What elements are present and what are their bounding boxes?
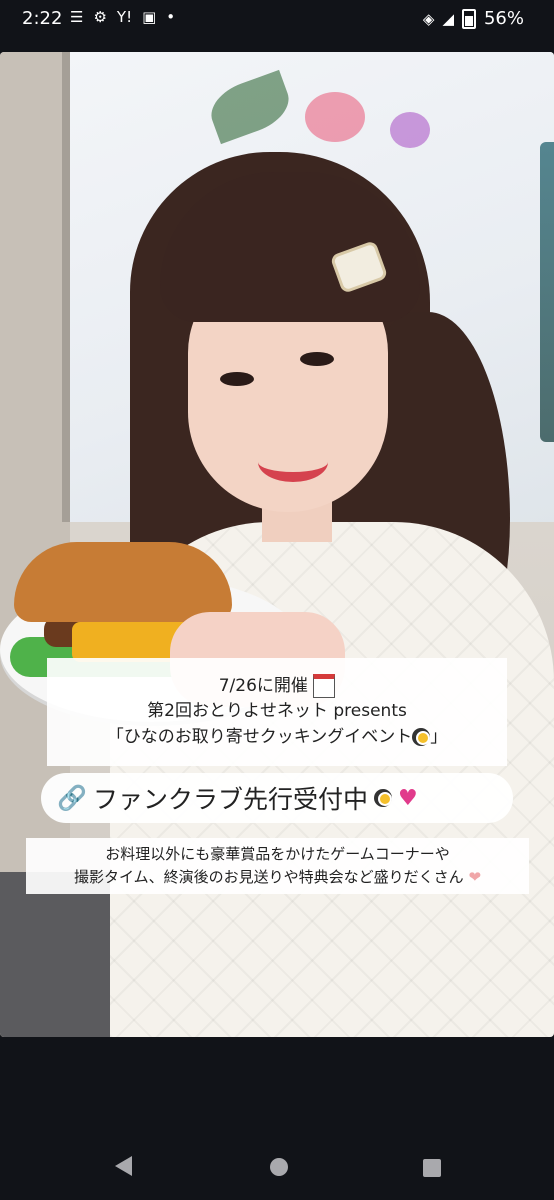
left-eye [220, 372, 254, 386]
leaf-decoration [203, 69, 297, 145]
dot-icon: • [166, 8, 176, 26]
event-title: 「ひなのお取り寄せクッキングイベント [106, 726, 413, 747]
notification-icons: ☰ ⚙ Y! ▣ • [70, 8, 175, 26]
image-icon: ▣ [142, 8, 157, 26]
smile [258, 442, 328, 482]
heart-hands-icon: ❤ [468, 868, 482, 886]
status-time: 2:22 [22, 8, 63, 29]
status-right: ◈ ◢ 56% [423, 8, 524, 29]
wifi-icon: ◈ [422, 9, 435, 28]
flower-decoration [305, 92, 365, 142]
flower-decoration-2 [390, 112, 430, 148]
link-icon: 🔗 [57, 784, 87, 812]
description-line-1: お料理以外にも豪華賞品をかけたゲームコーナーや [105, 844, 450, 863]
heart-icon: ♥ [398, 785, 418, 811]
event-title-close: 」 [430, 726, 448, 747]
event-title-line: 「ひなのお取り寄せクッキングイベント」 [47, 725, 507, 751]
event-date-line: 7/26に開催 [47, 673, 507, 700]
status-bar: 2:22 ☰ ⚙ Y! ▣ • ◈ ◢ 56% [0, 0, 554, 38]
screen-image [540, 142, 554, 442]
battery-percent: 56% [483, 8, 524, 29]
fanclub-link[interactable]: 🔗 ファンクラブ先行受付中 ♥ [41, 773, 513, 823]
event-presenter: 第2回おとりよせネット presents [147, 701, 407, 722]
description-line-2-wrap: 撮影タイム、終演後のお見送りや特典会など盛りだくさん ❤ [26, 866, 529, 889]
fried-egg-icon [412, 727, 431, 746]
fanclub-text: ファンクラブ先行受付中 [93, 785, 369, 814]
description-line-2: 撮影タイム、終演後のお見送りや特典会など盛りだくさん [73, 868, 464, 886]
battery-icon [461, 8, 476, 29]
navigation-bar [0, 1140, 554, 1200]
signal-icon: ◢ [442, 9, 454, 28]
burger-bun [14, 542, 232, 622]
description-box: お料理以外にも豪華賞品をかけたゲームコーナーや 撮影タイム、終演後のお見送りや特… [26, 838, 529, 894]
yahoo-icon: Y! [116, 8, 133, 26]
event-info-box: 7/26に開催 第2回おとりよせネット presents 「ひなのお取り寄せクッ… [47, 658, 507, 766]
gear-icon: ⚙ [93, 8, 107, 26]
home-icon[interactable] [270, 1158, 288, 1176]
calendar-icon [313, 673, 336, 698]
recent-apps-icon[interactable] [423, 1159, 441, 1177]
right-eye [300, 352, 334, 366]
event-date: 7/26に開催 [218, 675, 308, 696]
back-icon[interactable] [115, 1156, 132, 1176]
fried-egg-icon-2 [374, 789, 393, 807]
chat-icon: ☰ [70, 8, 84, 26]
